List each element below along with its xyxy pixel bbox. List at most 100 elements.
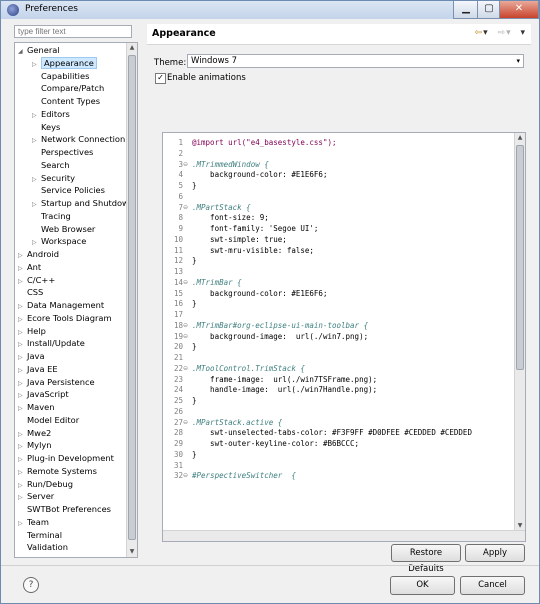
- scroll-up-arrow-icon[interactable]: ▲: [515, 133, 525, 143]
- view-menu-icon[interactable]: ▾: [520, 28, 525, 38]
- tree-item[interactable]: ▷ Security: [32, 172, 75, 184]
- tree-item[interactable]: Keys: [32, 121, 60, 133]
- line-number: 27: [173, 417, 183, 427]
- tree-item[interactable]: ▷ Run/Debug: [18, 478, 73, 490]
- cancel-button[interactable]: Cancel: [460, 576, 525, 595]
- minimize-button[interactable]: ▁: [453, 1, 479, 19]
- tree-item[interactable]: ▷ Ant: [18, 261, 41, 273]
- line-number-gutter: 1 2 3 ⊖ 4 5 6 7 ⊖ 8 9 10 11 12 13 14 ⊖ 15 16 17 18 ⊖ 19 ⊖ 20 21 22…: [163, 133, 190, 541]
- tree-item[interactable]: ▷ Mwe2: [18, 427, 51, 439]
- code-line: swt-outer-keyline-color: #B6BCCC;: [192, 439, 360, 448]
- apply-button[interactable]: Apply: [465, 544, 525, 562]
- fold-toggle-icon[interactable]: ⊖: [183, 321, 189, 332]
- tree-item-label: Remote Systems: [27, 465, 97, 476]
- help-icon[interactable]: ?: [23, 577, 39, 593]
- fold-toggle-icon[interactable]: ⊖: [183, 471, 189, 482]
- ok-button[interactable]: OK: [390, 576, 455, 595]
- tree-item-label: Appearance: [41, 56, 97, 69]
- tree-item[interactable]: ▷ Network Connection: [32, 133, 125, 145]
- line-number: 23: [173, 374, 183, 384]
- line-number: 31: [173, 460, 183, 470]
- line-number: 17: [173, 310, 183, 319]
- line-number: 12: [173, 256, 183, 266]
- tree-item[interactable]: ▷ Android: [18, 248, 59, 260]
- editor-vertical-scrollbar[interactable]: ▲ ▼: [514, 133, 525, 541]
- tree-item[interactable]: Service Policies: [32, 184, 105, 196]
- expanded-triangle-icon[interactable]: ◢: [18, 46, 27, 58]
- tree-item-label: Model Editor: [27, 414, 80, 425]
- tree-item[interactable]: ▷ Java: [18, 350, 45, 362]
- fold-toggle-icon[interactable]: ⊖: [183, 278, 189, 289]
- maximize-button[interactable]: ▢: [477, 1, 501, 19]
- forward-menu-icon[interactable]: ▾: [506, 28, 511, 38]
- tree-item[interactable]: CSS: [18, 286, 43, 298]
- tree-item[interactable]: ◢ General: [18, 44, 60, 56]
- back-menu-icon[interactable]: ▾: [483, 28, 488, 38]
- tree-item[interactable]: ▷ Workspace: [32, 235, 86, 247]
- close-button[interactable]: ✕: [499, 1, 539, 19]
- scroll-down-arrow-icon[interactable]: ▼: [127, 547, 137, 557]
- tree-scrollbar[interactable]: ▲ ▼: [126, 43, 137, 557]
- fold-toggle-icon[interactable]: ⊖: [183, 160, 189, 171]
- tree-item[interactable]: ▷ Remote Systems: [18, 465, 97, 477]
- tree-item[interactable]: Validation: [18, 541, 68, 553]
- tree-item[interactable]: Terminal: [18, 529, 62, 541]
- fold-toggle-icon[interactable]: ⊖: [183, 418, 189, 429]
- chevron-down-icon: ▾: [516, 57, 520, 65]
- tree-item[interactable]: ▷ Startup and Shutdow: [32, 197, 129, 209]
- fold-toggle-icon[interactable]: ⊖: [183, 203, 189, 214]
- line-number: 6: [178, 191, 183, 201]
- tree-item[interactable]: ▷ Java EE: [18, 363, 58, 375]
- tree-item[interactable]: Compare/Patch: [32, 82, 104, 94]
- tree-item[interactable]: SWTBot Preferences: [18, 503, 111, 515]
- forward-arrow-icon[interactable]: ⇨: [498, 28, 506, 38]
- tree-item[interactable]: ▷ Appearance: [32, 56, 97, 69]
- tree-item-label: Java Persistence: [27, 376, 95, 387]
- tree-item[interactable]: ▷ Editors: [32, 108, 70, 120]
- tree-item-label: Web Browser: [41, 223, 96, 234]
- css-editor[interactable]: 1 2 3 ⊖ 4 5 6 7 ⊖ 8 9 10 11 12 13 14 ⊖ 15 16 17 18 ⊖ 19 ⊖ 20 21 22…: [162, 132, 526, 542]
- tree-item[interactable]: ▷ Ecore Tools Diagram: [18, 312, 112, 324]
- tree-item[interactable]: Content Types: [32, 95, 100, 107]
- tree-item[interactable]: Model Editor: [18, 414, 79, 426]
- line-number: 28: [173, 428, 183, 438]
- preference-tree[interactable]: ◢ General ▷ Appearance Capabilities Compare/P…: [14, 42, 138, 558]
- enable-animations-checkbox[interactable]: ✓: [155, 73, 166, 84]
- tree-item[interactable]: Search: [32, 159, 70, 171]
- scroll-up-arrow-icon[interactable]: ▲: [127, 43, 137, 53]
- theme-select[interactable]: Windows 7 ▾: [187, 54, 524, 68]
- tree-item[interactable]: ▷ Install/Update: [18, 337, 85, 349]
- filter-input[interactable]: [14, 25, 132, 38]
- tree-item[interactable]: ▷ C/C++: [18, 274, 55, 286]
- back-arrow-icon[interactable]: ⇦: [475, 28, 483, 38]
- tree-item[interactable]: ▷ Data Management: [18, 299, 104, 311]
- tree-item-label: CSS: [27, 287, 44, 298]
- tree-item-label: JavaScript: [27, 389, 69, 400]
- tree-item[interactable]: Tracing: [32, 210, 71, 222]
- tree-item[interactable]: Perspectives: [32, 146, 93, 158]
- fold-toggle-icon[interactable]: ⊖: [183, 364, 189, 375]
- line-number: 20: [173, 342, 183, 352]
- tree-item[interactable]: ▷ Server: [18, 490, 54, 502]
- editor-horizontal-scrollbar[interactable]: [163, 530, 525, 541]
- restore-defaults-button[interactable]: Restore Defaults: [391, 544, 461, 574]
- tree-item[interactable]: ▷ Java Persistence: [18, 376, 95, 388]
- tree-item[interactable]: Web Browser: [32, 223, 95, 235]
- line-number: 16: [173, 299, 183, 309]
- code-area[interactable]: @import url("e4_basestyle.css"); .MTrimme…: [190, 133, 512, 541]
- tree-item[interactable]: ▷ Help: [18, 325, 46, 337]
- line-number: 3: [178, 159, 183, 169]
- line-number: 10: [173, 234, 183, 244]
- tree-scroll-thumb[interactable]: [128, 55, 136, 540]
- code-line: font-size: 9;: [192, 213, 269, 223]
- tree-item[interactable]: Capabilities: [32, 70, 89, 82]
- tree-item[interactable]: ▷ Maven: [18, 401, 55, 413]
- fold-toggle-icon[interactable]: ⊖: [183, 332, 189, 343]
- tree-item[interactable]: ▷ JavaScript: [18, 388, 69, 400]
- tree-item[interactable]: ▷ Team: [18, 516, 49, 528]
- editor-scroll-thumb[interactable]: [516, 145, 524, 370]
- tree-item[interactable]: ▷ Plug-in Development: [18, 452, 114, 464]
- tree-item[interactable]: ▷ Mylyn: [18, 439, 52, 451]
